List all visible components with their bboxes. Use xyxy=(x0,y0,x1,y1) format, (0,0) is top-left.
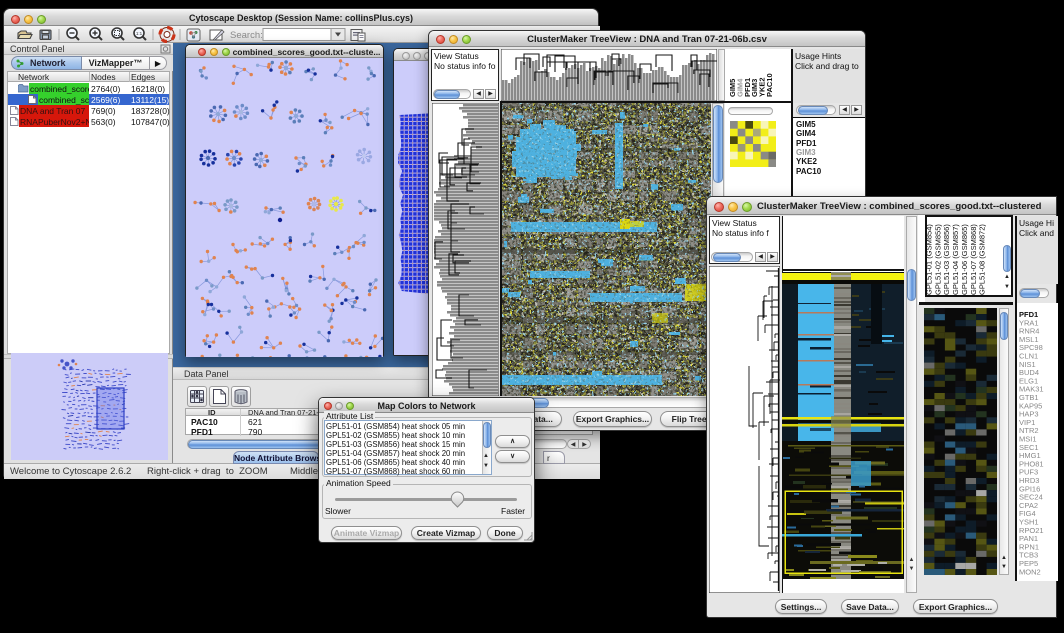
svg-text:GPL51-07 (GSM868): GPL51-07 (GSM868) xyxy=(969,224,978,295)
svg-text:GPL51-03 (GSM856): GPL51-03 (GSM856) xyxy=(942,224,951,295)
svg-text:GPL51-01 (GSM854): GPL51-01 (GSM854) xyxy=(925,224,934,295)
svg-text:1:1: 1:1 xyxy=(136,31,143,36)
svg-text:GPL51-04 (GSM857): GPL51-04 (GSM857) xyxy=(951,224,960,295)
svg-text:GPL51-02 (GSM855): GPL51-02 (GSM855) xyxy=(933,224,942,295)
svg-text:GPL51-06 (GSM865): GPL51-06 (GSM865) xyxy=(960,224,969,295)
svg-text:GPL51-08 (GSM872): GPL51-08 (GSM872) xyxy=(978,224,987,295)
svg-text:Search:: Search: xyxy=(230,30,263,41)
svg-text:MON2: MON2 xyxy=(1019,567,1041,576)
svg-text:PAC10: PAC10 xyxy=(765,73,774,97)
